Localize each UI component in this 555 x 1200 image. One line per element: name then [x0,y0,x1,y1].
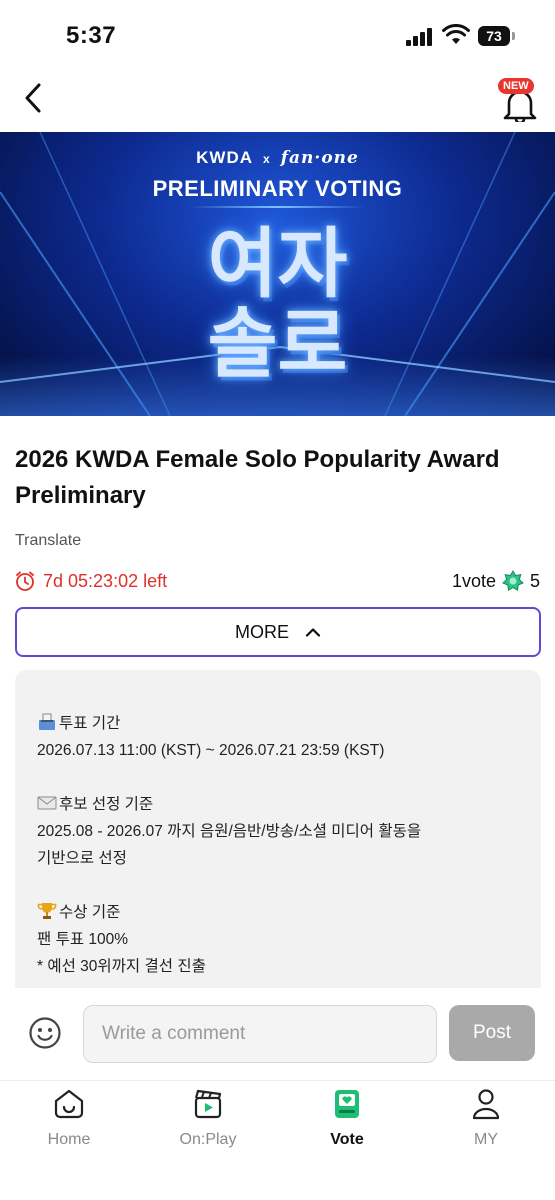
comment-input[interactable] [83,1005,437,1063]
back-arrow-icon[interactable] [18,80,50,116]
nav-my[interactable]: MY [431,1087,541,1149]
battery-nub [512,32,515,40]
banner-category-text: 여자 솔로 [0,224,555,384]
kwda-logo: KWDA [196,148,254,167]
criteria-heading: 후보 선정 기준 [59,796,154,813]
period-heading-row: 투표 기간 [37,710,519,737]
nav-vote[interactable]: Vote [292,1087,402,1149]
notification-button[interactable]: NEW [496,78,544,122]
banner-brand-logos: KWDA x fan·one [0,148,555,168]
emoji-picker-icon[interactable] [28,1016,62,1050]
chevron-up-icon [305,628,321,637]
collab-x: x [263,152,271,166]
vote-cost-value: 5 [529,570,540,591]
person-icon [472,1089,500,1120]
award-line-1: 팬 투표 100% [37,931,129,948]
poll-description: 투표 기간 2026.07.13 11:00 (KST) ~ 2026.07.2… [15,670,541,1000]
battery-icon: 73 [478,26,510,46]
envelope-icon [37,796,57,810]
award-heading: 수상 기준 [59,904,121,921]
new-badge: NEW [498,78,534,94]
nav-my-label: MY [474,1131,498,1148]
clock-icon [16,571,34,591]
comment-bar: Post [0,988,555,1080]
event-banner-image: KWDA x fan·one PRELIMINARY VOTING 여자 솔로 [0,132,555,416]
period-heading: 투표 기간 [59,715,121,732]
ballot-box-icon [39,713,55,730]
vote-label: 1vote [451,570,496,591]
countdown-timer: 7d 05:23:02 left [15,569,167,593]
nav-home[interactable]: Home [14,1087,124,1149]
bottom-navigation: Home On:Play Vote MY [0,1080,555,1200]
fanone-logo: fan·one [280,148,359,168]
gem-star-icon [502,570,524,592]
vote-icon [335,1090,359,1118]
clapperboard-icon [194,1089,222,1119]
post-button[interactable]: Post [449,1005,535,1061]
criteria-line-1: 2025.08 - 2026.07 까지 음원/음반/방송/소셜 미디어 활동을 [37,823,422,840]
award-heading-row: 수상 기준 [37,899,519,926]
banner-korean-line-2: 솔로 [207,299,348,388]
home-icon [54,1089,84,1119]
translate-link[interactable]: Translate [15,532,81,550]
banner-underline [190,206,365,208]
banner-korean-line-1: 여자 [207,219,348,308]
status-time: 5:37 [66,22,117,49]
top-header: NEW [0,64,555,132]
cellular-signal-icon [406,28,434,46]
poll-title: 2026 KWDA Female Solo Popularity Award P… [15,446,500,509]
banner-title: PRELIMINARY VOTING [152,176,403,201]
vote-cost-info: 1vote 5 [452,569,540,593]
criteria-heading-row: 후보 선정 기준 [37,791,519,818]
status-bar: 5:37 73 [0,0,555,64]
nav-vote-label: Vote [330,1131,364,1148]
more-toggle-button[interactable]: MORE [15,607,541,657]
nav-onplay[interactable]: On:Play [153,1087,263,1149]
countdown-text: 7d 05:23:02 left [43,570,168,591]
nav-home-label: Home [47,1131,91,1148]
criteria-line-2: 기반으로 선정 [37,850,127,867]
award-line-2: * 예선 30위까지 결선 진출 [37,958,206,975]
more-label: MORE [235,621,289,642]
trophy-icon [37,903,57,919]
period-value: 2026.07.13 11:00 (KST) ~ 2026.07.21 23:5… [37,742,385,759]
nav-onplay-label: On:Play [179,1131,237,1148]
wifi-icon [442,24,470,44]
